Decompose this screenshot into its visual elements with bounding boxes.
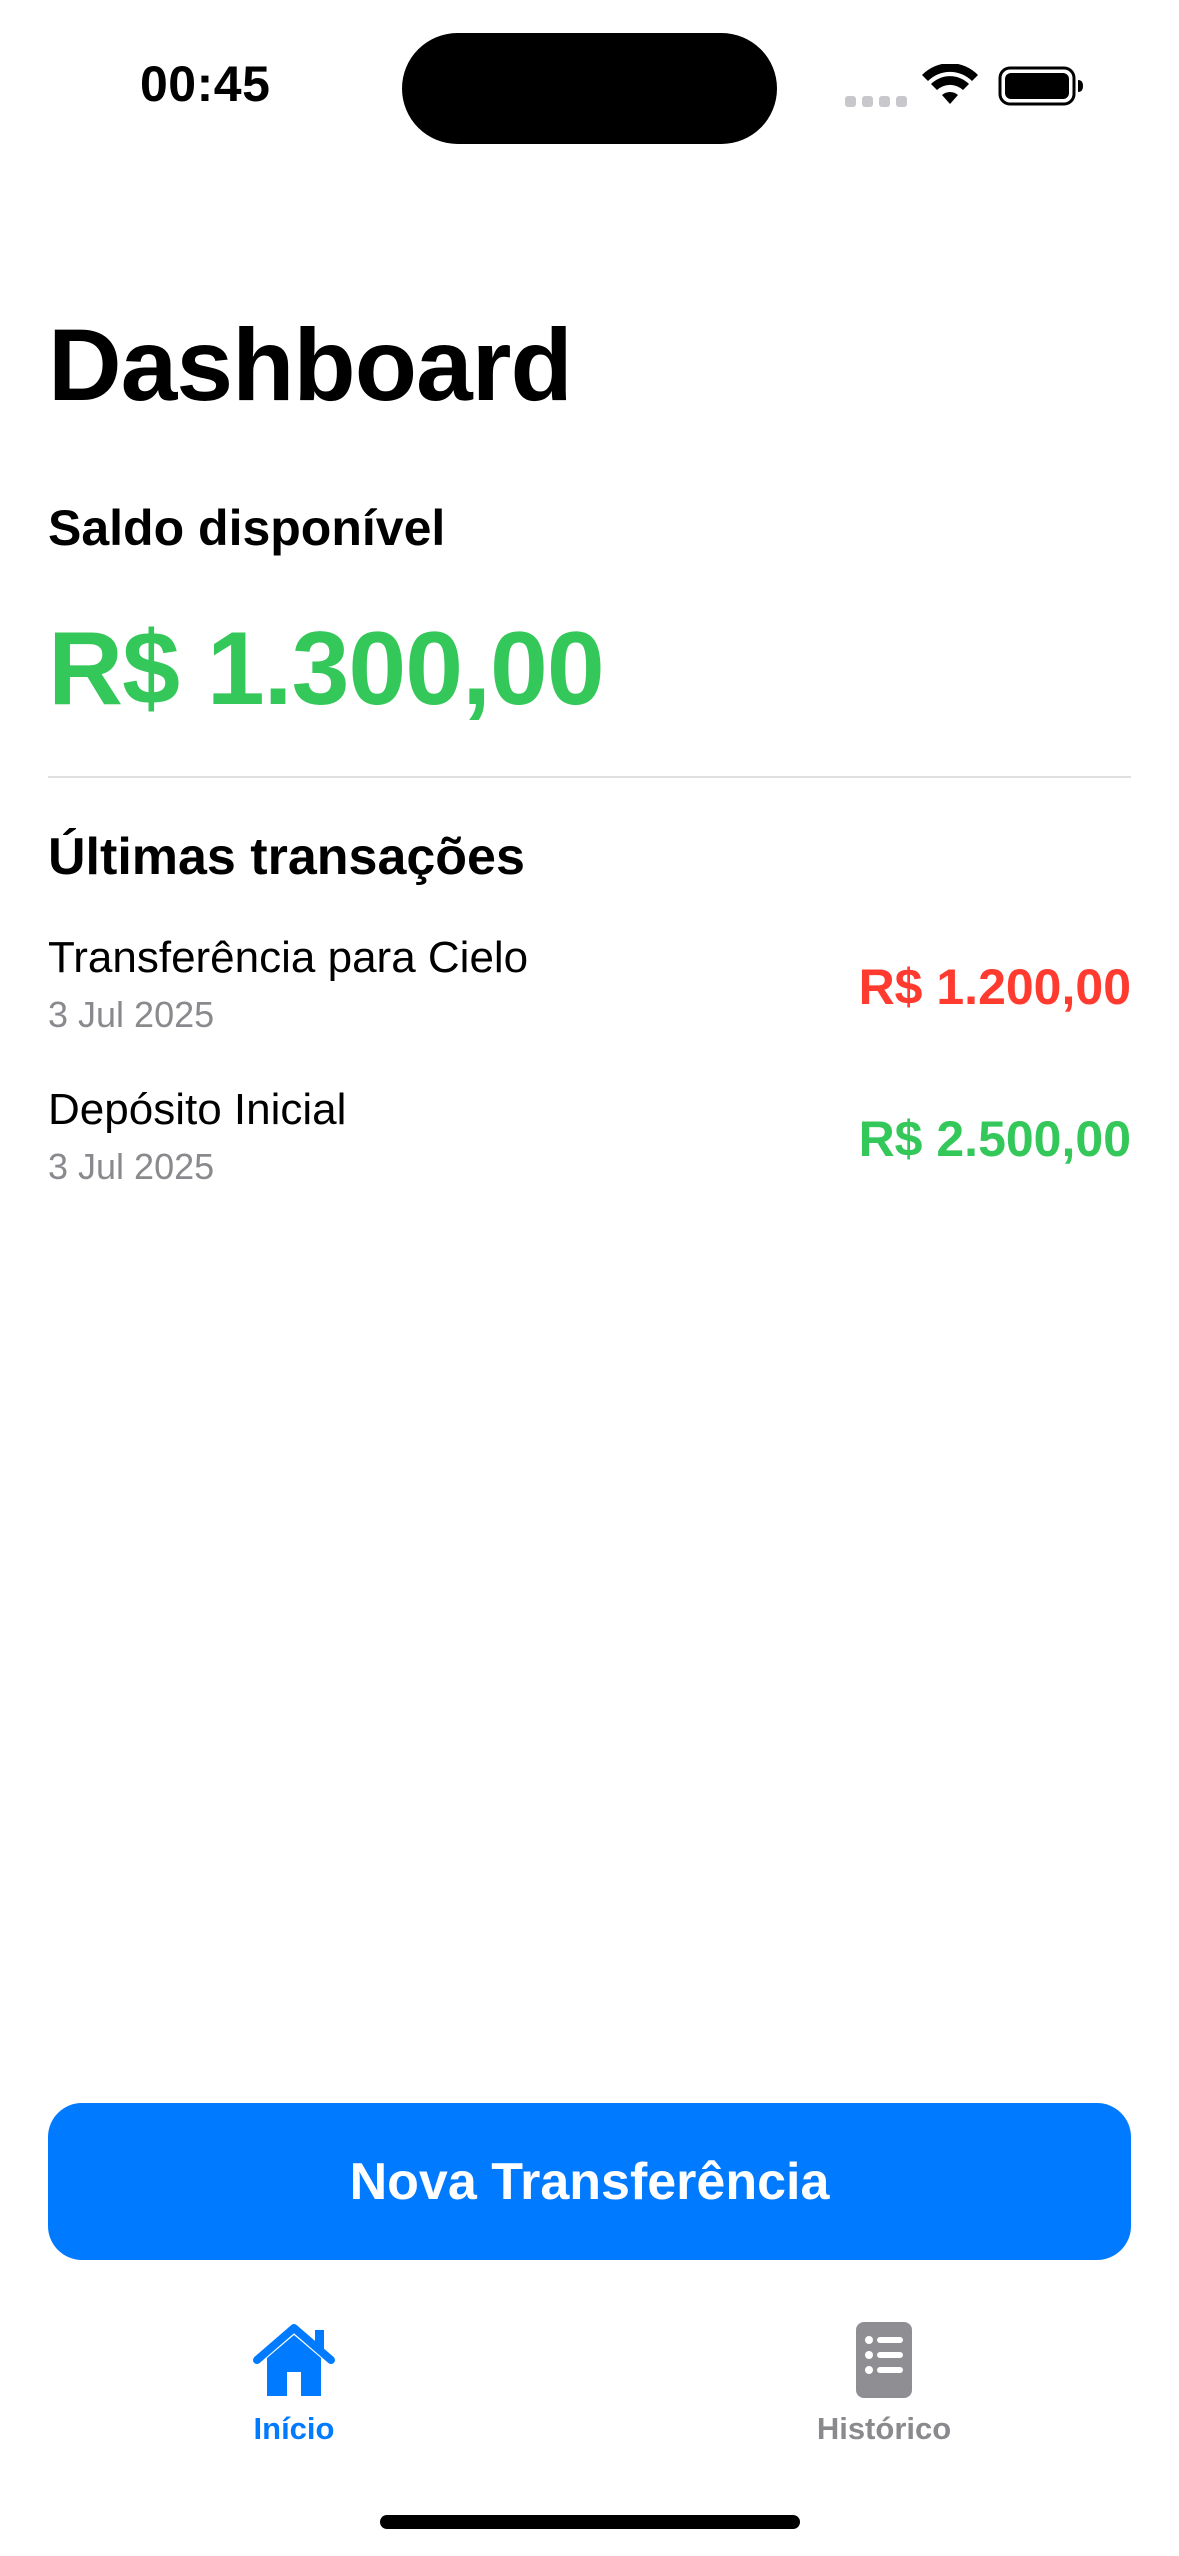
balance-value: R$ 1.300,00	[48, 611, 605, 727]
recent-transactions-title: Últimas transações	[48, 828, 525, 886]
list-icon	[856, 2322, 912, 2398]
house-icon	[253, 2324, 335, 2396]
page-title: Dashboard	[48, 308, 573, 422]
transaction-description: Transferência para Cielo	[48, 933, 529, 982]
tab-history[interactable]: Histórico	[734, 2320, 1034, 2460]
home-indicator[interactable]	[380, 2515, 800, 2529]
tab-home[interactable]: Início	[144, 2320, 444, 2460]
transaction-date: 3 Jul 2025	[48, 994, 215, 1035]
transaction-amount: R$ 1.200,00	[858, 959, 1131, 1015]
tab-history-label: Histórico	[816, 2411, 952, 2446]
divider	[48, 776, 1131, 778]
balance-label: Saldo disponível	[48, 500, 446, 556]
transaction-date: 3 Jul 2025	[48, 1146, 215, 1187]
transaction-amount: R$ 2.500,00	[858, 1111, 1131, 1167]
battery-icon	[998, 66, 1083, 106]
wifi-icon	[922, 64, 978, 104]
transaction-row[interactable]: Transferência para Cielo 3 Jul 2025 R$ 1…	[48, 930, 1131, 1040]
new-transfer-button[interactable]: Nova Transferência	[48, 2103, 1131, 2260]
tab-home-label: Início	[253, 2411, 335, 2446]
transaction-row[interactable]: Depósito Inicial 3 Jul 2025 R$ 2.500,00	[48, 1082, 1131, 1192]
status-time: 00:45	[140, 56, 271, 112]
cellular-signal-icon	[845, 96, 907, 107]
dynamic-island	[402, 33, 777, 144]
transaction-description: Depósito Inicial	[48, 1085, 347, 1134]
